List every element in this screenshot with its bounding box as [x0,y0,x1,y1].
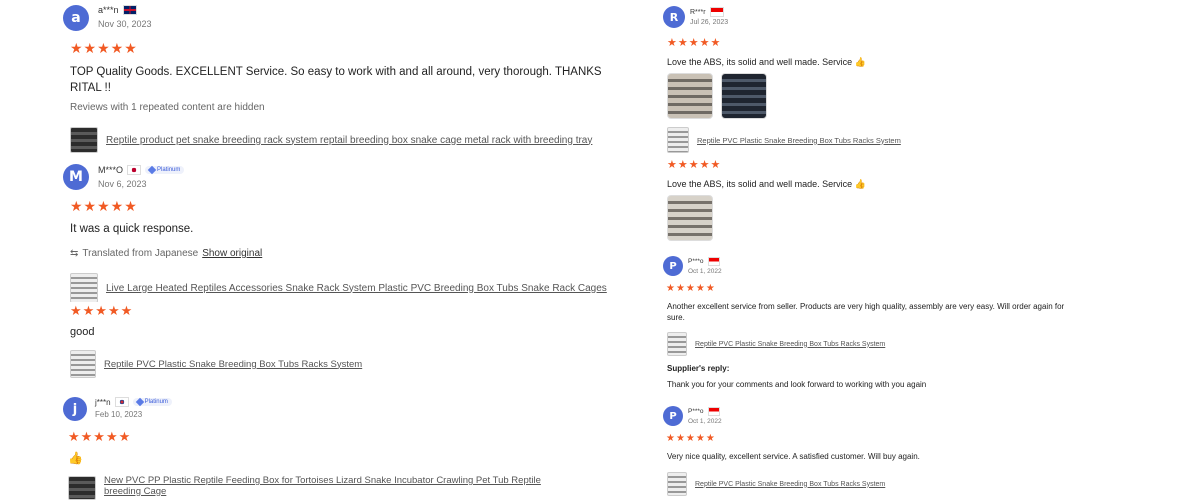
product-link[interactable]: Reptile PVC Plastic Snake Breeding Box T… [697,136,901,145]
product-link[interactable]: Reptile product pet snake breeding rack … [106,135,592,146]
review-date: Feb 10, 2023 [95,410,143,419]
review-card-m: M M***O Platinum Nov 6, 2023 ★★★★★ It wa… [60,160,620,303]
product-thumbnail[interactable] [667,332,687,356]
review-card-j: j j***n Platinum Feb 10, 2023 ★★★★★ 👍 Ne… [60,392,605,500]
review-photo[interactable] [721,73,767,119]
product-thumbnail[interactable] [70,127,98,153]
product-link-row[interactable]: Live Large Heated Reptiles Accessories S… [70,273,607,303]
reviewer-name-text: P***o [688,408,704,415]
star-rating: ★★★★★ [70,40,138,56]
badge-label: Platinum [144,399,168,405]
review-text: Another excellent service from seller. P… [667,302,1065,322]
avatar: R [663,6,685,28]
product-link[interactable]: Live Large Heated Reptiles Accessories S… [106,283,607,294]
product-link-row[interactable]: Reptile PVC Plastic Snake Breeding Box T… [667,332,885,356]
review-card-r-followup: ★★★★★ Love the ABS, its solid and well m… [660,155,1140,250]
product-link-row[interactable]: Reptile product pet snake breeding rack … [70,127,592,153]
avatar: j [63,397,87,421]
avatar: a [63,5,89,31]
product-link-row[interactable]: New PVC PP Plastic Reptile Feeding Box f… [68,475,574,500]
avatar: P [663,256,683,276]
indonesia-flag-icon [709,7,724,17]
product-thumbnail[interactable] [667,472,687,496]
product-link-row[interactable]: Reptile PVC Plastic Snake Breeding Box T… [667,127,901,153]
review-photo[interactable] [667,73,713,119]
korea-flag-icon [114,397,129,407]
review-card-p-2: P P***o Oct 1, 2022 ★★★★★ Very nice qual… [660,400,1135,500]
avatar: P [663,406,683,426]
reviewer-name-text: j***n [95,397,111,407]
translation-label: Translated from Japanese [82,248,199,259]
product-link-row[interactable]: Reptile PVC Plastic Snake Breeding Box T… [667,472,885,496]
reviewer-name: a***n [98,5,137,15]
product-thumbnail[interactable] [70,350,96,378]
diamond-icon [147,165,157,175]
star-rating: ★★★★★ [70,198,138,214]
reviewer-name-text: P***o [688,258,704,265]
review-date: Oct 1, 2022 [688,418,722,425]
star-rating: ★★★★★ [667,159,722,171]
reviewer-name-text: R***r [690,8,706,16]
review-card-r: R R***r Jul 26, 2023 ★★★★★ Love the ABS,… [660,0,1140,155]
reviewer-name-text: a***n [98,5,119,15]
review-card-a: a a***n Nov 30, 2023 ★★★★★ TOP Quality G… [60,0,620,155]
badge-label: Platinum [157,167,181,173]
review-date: Nov 30, 2023 [98,19,152,29]
supplier-reply-text: Thank you for your comments and look for… [667,380,927,389]
reviewer-name: P***o [688,407,720,416]
platinum-badge: Platinum [145,165,185,175]
product-thumbnail[interactable] [667,127,689,153]
japan-flag-icon [127,165,142,175]
review-text: Love the ABS, its solid and well made. S… [667,57,866,67]
hidden-reviews-note: Reviews with 1 repeated content are hidd… [70,102,265,113]
translate-icon: ⇆ [70,248,79,259]
translation-note: ⇆ Translated from Japanese Show original [70,248,262,259]
product-thumbnail[interactable] [68,476,96,500]
product-link[interactable]: Reptile PVC Plastic Snake Breeding Box T… [104,359,362,370]
indonesia-flag-icon [707,257,720,266]
review-text: Love the ABS, its solid and well made. S… [667,179,866,189]
show-original-link[interactable]: Show original [202,248,262,259]
product-thumbnail[interactable] [70,273,98,303]
star-rating: ★★★★★ [666,433,716,444]
review-text: 👍 [68,451,83,465]
product-link[interactable]: Reptile PVC Plastic Snake Breeding Box T… [695,341,885,348]
reviewer-name: j***n Platinum [95,397,172,407]
reviewer-name: M***O Platinum [98,165,185,175]
product-link[interactable]: New PVC PP Plastic Reptile Feeding Box f… [104,475,574,498]
diamond-icon [135,397,144,407]
review-card-good: ★★★★★ good Reptile PVC Plastic Snake Bre… [60,302,605,382]
avatar: M [63,164,89,190]
product-link[interactable]: Reptile PVC Plastic Snake Breeding Box T… [695,481,885,488]
supplier-reply-label: Supplier's reply: [667,364,730,373]
platinum-badge: Platinum [132,397,172,407]
indonesia-flag-icon [707,407,720,416]
reviewer-name-text: M***O [98,165,124,175]
review-date: Oct 1, 2022 [688,268,722,275]
review-text: It was a quick response. [70,223,194,235]
star-rating: ★★★★★ [667,37,722,49]
reviewer-name: R***r [690,7,724,17]
review-date: Nov 6, 2023 [98,179,147,189]
uk-flag-icon [122,5,137,15]
review-text: good [70,326,95,338]
review-text: Very nice quality, excellent service. A … [667,452,920,461]
review-date: Jul 26, 2023 [690,19,729,26]
review-text: TOP Quality Goods. EXCELLENT Service. So… [70,66,602,94]
star-rating: ★★★★★ [68,429,132,444]
reviewer-name: P***o [688,257,720,266]
review-photo[interactable] [667,195,713,241]
product-link-row[interactable]: Reptile PVC Plastic Snake Breeding Box T… [70,350,362,378]
star-rating: ★★★★★ [666,283,716,294]
review-card-p-1: P P***o Oct 1, 2022 ★★★★★ Another excell… [660,250,1135,400]
star-rating: ★★★★★ [70,303,134,318]
